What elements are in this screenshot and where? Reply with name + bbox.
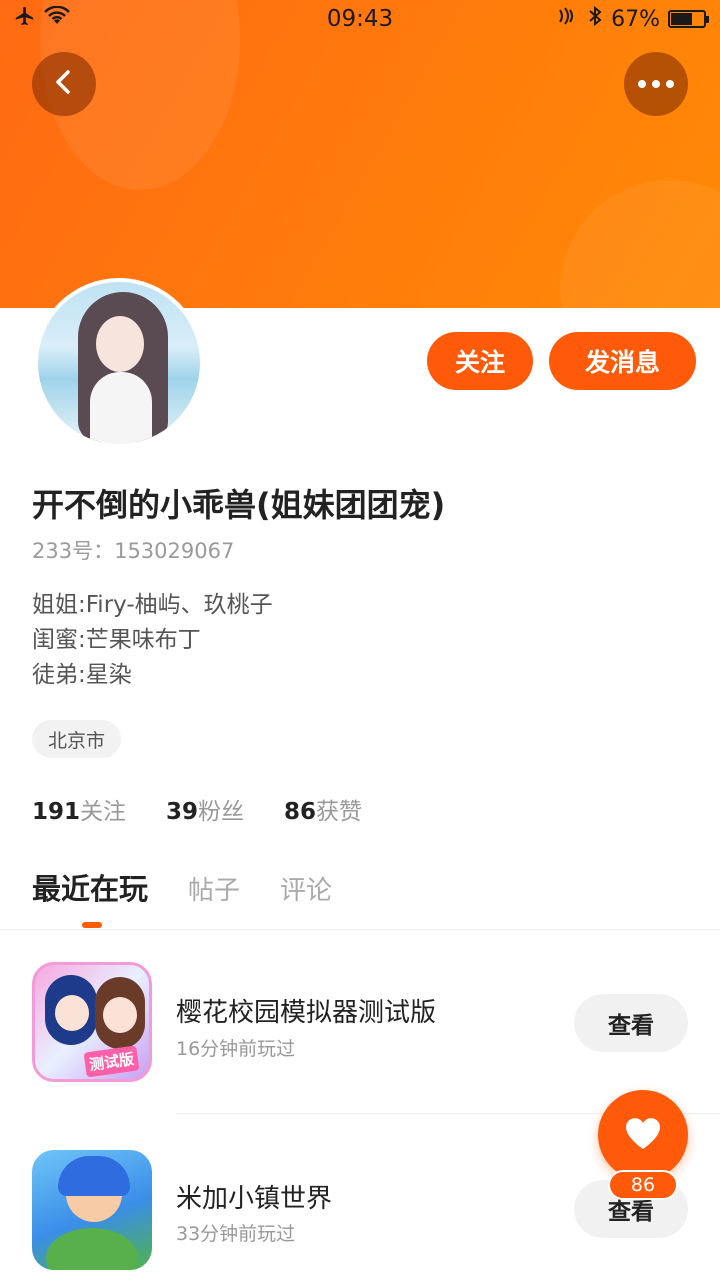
chevron-left-icon bbox=[49, 67, 79, 101]
send-message-button[interactable]: 发消息 bbox=[549, 332, 696, 390]
battery-fill bbox=[671, 13, 693, 25]
profile-stats: 191关注 39粉丝 86获赞 bbox=[32, 792, 362, 826]
stat-label: 粉丝 bbox=[198, 799, 245, 825]
avatar-dress bbox=[90, 372, 152, 444]
stat-number: 191 bbox=[32, 799, 81, 825]
stat-likes[interactable]: 86获赞 bbox=[284, 792, 362, 826]
stat-fans[interactable]: 39粉丝 bbox=[166, 792, 244, 826]
more-dots-icon bbox=[636, 75, 676, 94]
stat-label: 获赞 bbox=[316, 799, 363, 825]
profile-header-background bbox=[0, 0, 720, 308]
bio-line: 徒弟:星染 bbox=[32, 662, 132, 688]
profile-tabs: 最近在玩 帖子 评论 bbox=[32, 866, 332, 908]
bio-line: 姐姐:Firy-柚屿、玖桃子 bbox=[32, 592, 273, 618]
stat-number: 39 bbox=[166, 799, 199, 825]
game-name: 米加小镇世界 bbox=[176, 1184, 333, 1214]
game-played-time: 33分钟前玩过 bbox=[176, 1223, 296, 1245]
profile-bio: 姐姐:Firy-柚屿、玖桃子 闺蜜:芒果味布丁 徒弟:星染 bbox=[32, 588, 273, 693]
back-button[interactable] bbox=[32, 52, 96, 116]
heart-icon bbox=[623, 1115, 663, 1155]
profile-uid: 233号：153029067 bbox=[32, 539, 235, 563]
tab-recently-played[interactable]: 最近在玩 bbox=[32, 866, 148, 908]
icon-art bbox=[103, 997, 137, 1033]
active-tab-indicator bbox=[82, 922, 102, 928]
stat-number: 86 bbox=[284, 799, 317, 825]
header-decoration bbox=[560, 180, 720, 308]
icon-art bbox=[58, 1156, 130, 1196]
stat-following[interactable]: 191关注 bbox=[32, 792, 126, 826]
more-button[interactable] bbox=[624, 52, 688, 116]
profile-nickname: 开不倒的小乖兽(姐妹团团宠) bbox=[32, 486, 446, 524]
game-name: 樱花校园模拟器测试版 bbox=[176, 998, 437, 1028]
location-chip: 北京市 bbox=[32, 720, 122, 758]
like-count-badge: 86 bbox=[608, 1170, 678, 1200]
game-icon[interactable] bbox=[32, 1150, 152, 1270]
bio-line: 闺蜜:芒果味布丁 bbox=[32, 627, 201, 653]
avatar[interactable] bbox=[34, 278, 204, 448]
like-floating-button[interactable] bbox=[598, 1090, 688, 1180]
avatar-face bbox=[96, 316, 144, 372]
game-icon[interactable]: 测试版 bbox=[32, 962, 152, 1082]
icon-art bbox=[46, 1228, 138, 1270]
tab-posts[interactable]: 帖子 bbox=[188, 870, 240, 907]
tab-divider bbox=[0, 929, 720, 930]
icon-badge: 测试版 bbox=[83, 1045, 140, 1078]
icon-art bbox=[55, 995, 89, 1031]
status-time: 09:43 bbox=[326, 6, 394, 32]
avatar-image bbox=[38, 282, 200, 444]
tab-comments[interactable]: 评论 bbox=[280, 870, 332, 907]
status-bar: 09:43 67% bbox=[0, 0, 720, 38]
game-played-time: 16分钟前玩过 bbox=[176, 1038, 296, 1060]
view-game-button[interactable]: 查看 bbox=[574, 994, 688, 1052]
follow-button[interactable]: 关注 bbox=[427, 332, 533, 390]
stat-label: 关注 bbox=[80, 799, 127, 825]
battery-icon bbox=[668, 10, 709, 28]
